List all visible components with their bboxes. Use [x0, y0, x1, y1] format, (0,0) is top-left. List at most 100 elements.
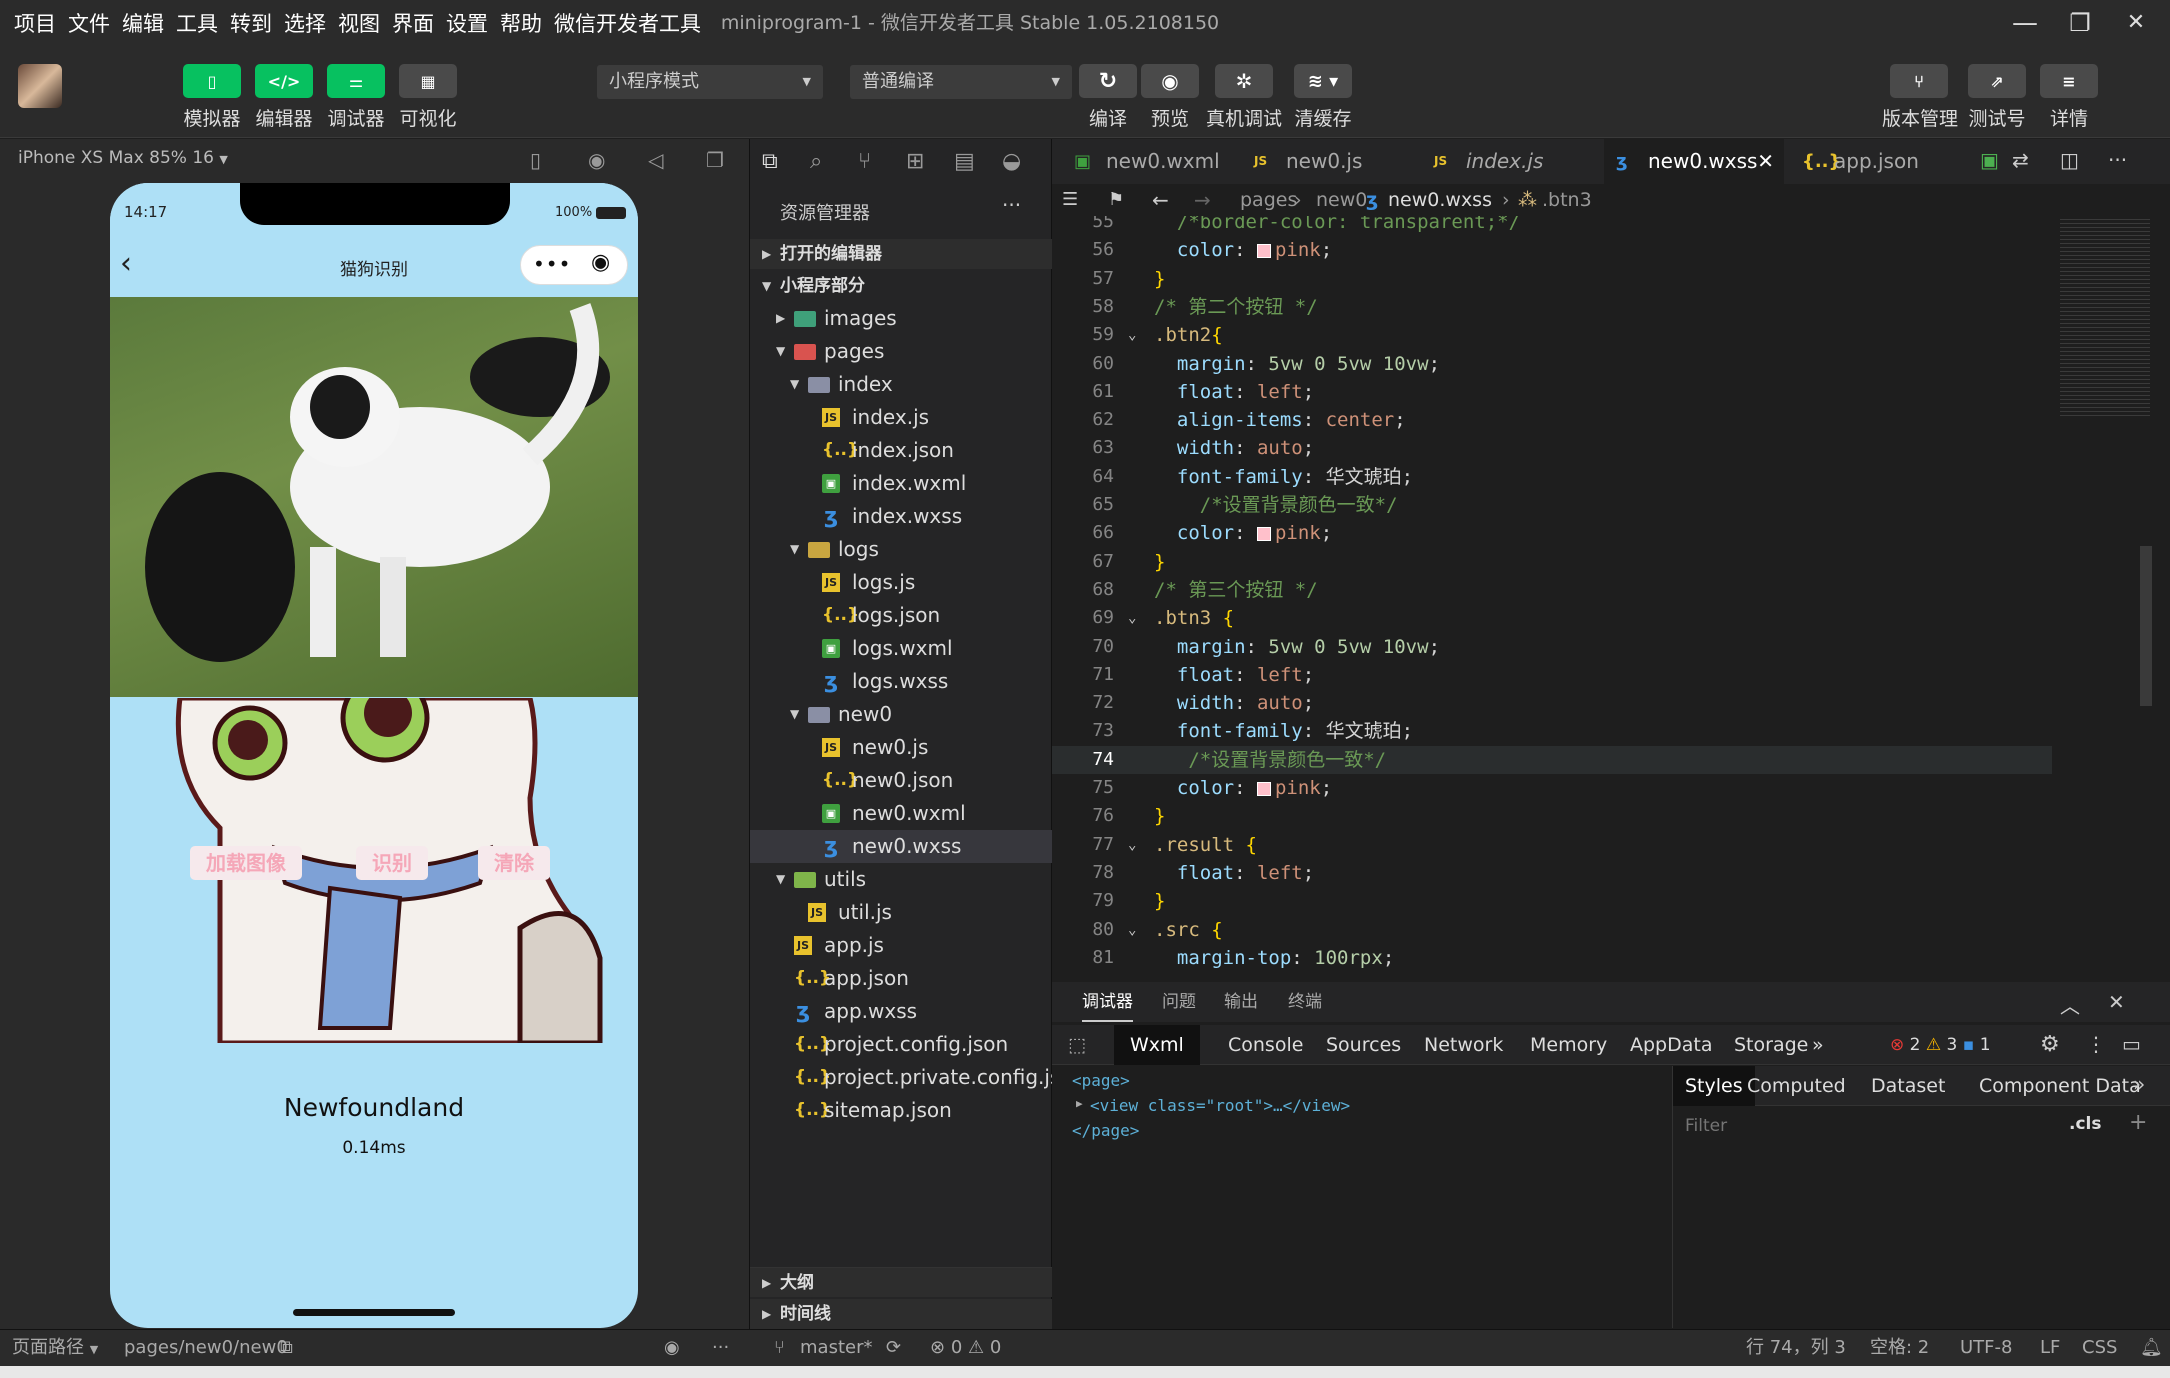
- tree-item[interactable]: {..} app.json: [750, 962, 1052, 995]
- editor-tab[interactable]: JS index.js: [1422, 139, 1597, 184]
- menu-item[interactable]: 转到: [230, 8, 272, 38]
- tree-item[interactable]: ▼ pages: [750, 335, 1052, 368]
- source-control-icon[interactable]: ⑂: [858, 149, 871, 174]
- tree-item[interactable]: ʒ app.wxss: [750, 995, 1052, 1028]
- tree-item[interactable]: ʒ logs.wxss: [750, 665, 1052, 698]
- eye-icon[interactable]: ◉: [664, 1330, 680, 1366]
- docker-icon[interactable]: ◒: [1002, 149, 1021, 174]
- devtools-tab[interactable]: Storage: [1718, 1025, 1824, 1065]
- breadcrumb-item[interactable]: new0.wxss: [1388, 184, 1492, 216]
- caret-right-icon[interactable]: ▶: [1076, 1097, 1083, 1110]
- bookmark-icon[interactable]: ⚑: [1108, 184, 1124, 216]
- gear-icon[interactable]: ⚙: [2040, 1032, 2060, 1057]
- timeline-section[interactable]: ▶ 时间线: [750, 1299, 1052, 1329]
- avatar[interactable]: [18, 64, 62, 108]
- tree-item[interactable]: ʒ index.wxss: [750, 500, 1052, 533]
- editor-tab[interactable]: ▣ new0.wxml: [1062, 139, 1237, 184]
- minimap[interactable]: [2052, 216, 2170, 980]
- tree-item[interactable]: {..} new0.json: [750, 764, 1052, 797]
- panel-tab[interactable]: 问题: [1162, 982, 1196, 1022]
- split-editor-icon[interactable]: ◫: [2060, 148, 2079, 172]
- menu-item[interactable]: 视图: [338, 8, 380, 38]
- new-file-icon[interactable]: ▣: [1980, 148, 1999, 172]
- fold-icon[interactable]: ⌄: [1128, 604, 1136, 632]
- device-select[interactable]: iPhone XS Max 85% 16 ▼: [18, 148, 228, 168]
- problems-indicator[interactable]: ⊗ 0 ⚠ 0: [930, 1330, 1001, 1366]
- dom-node[interactable]: <page>: [1072, 1071, 1130, 1090]
- menu-item[interactable]: 设置: [446, 8, 488, 38]
- debugger-toggle-button[interactable]: ⚌: [327, 64, 385, 98]
- test-id-button[interactable]: ⇗: [1968, 64, 2026, 98]
- more-icon[interactable]: ···: [712, 1330, 729, 1366]
- list-icon[interactable]: ☰: [1062, 184, 1078, 216]
- tree-item[interactable]: ▼ logs: [750, 533, 1052, 566]
- chevron-down-icon[interactable]: ▼: [790, 698, 799, 731]
- dom-node[interactable]: <view class="root">…</view>: [1090, 1096, 1350, 1115]
- inspect-icon[interactable]: ⬚: [1068, 1025, 1086, 1065]
- storage-icon[interactable]: ▤: [954, 149, 975, 174]
- menu-item[interactable]: 项目: [14, 8, 56, 38]
- tree-item[interactable]: ▣ index.wxml: [750, 467, 1052, 500]
- record-icon[interactable]: ◉: [588, 148, 605, 172]
- clear-cache-button[interactable]: ≋ ▾: [1294, 64, 1352, 98]
- minimize-button[interactable]: —: [1995, 0, 2055, 46]
- tree-item[interactable]: ▣ new0.wxml: [750, 797, 1052, 830]
- editor-tab[interactable]: ʒ new0.wxss ✕: [1604, 139, 1784, 184]
- menu-item[interactable]: 界面: [392, 8, 434, 38]
- tree-item[interactable]: {..} sitemap.json: [750, 1094, 1052, 1127]
- extensions-icon[interactable]: ⊞: [906, 149, 924, 174]
- tree-item[interactable]: ▼ index: [750, 368, 1052, 401]
- tree-item[interactable]: {..} project.config.json: [750, 1028, 1052, 1061]
- tree-item[interactable]: JS index.js: [750, 401, 1052, 434]
- sync-icon[interactable]: ⟳: [886, 1330, 901, 1366]
- close-tab-icon[interactable]: ✕: [1757, 139, 1774, 184]
- devtools-tab[interactable]: Wxml: [1114, 1025, 1200, 1065]
- tree-item[interactable]: ▶ images: [750, 302, 1052, 335]
- color-swatch[interactable]: [1256, 781, 1271, 796]
- indentation[interactable]: 空格: 2: [1870, 1330, 1929, 1366]
- more-tabs-icon[interactable]: »: [2133, 1072, 2145, 1096]
- editor-tab[interactable]: JS new0.js: [1242, 139, 1417, 184]
- chevron-down-icon[interactable]: ▼: [776, 863, 785, 896]
- more-icon[interactable]: •••: [533, 252, 571, 276]
- preview-button[interactable]: ◉: [1141, 64, 1199, 98]
- language-mode[interactable]: CSS: [2082, 1330, 2117, 1366]
- fold-icon[interactable]: ⌄: [1128, 321, 1136, 349]
- chevron-down-icon[interactable]: ▼: [790, 533, 799, 566]
- menu-item[interactable]: 工具: [176, 8, 218, 38]
- outline-section[interactable]: ▶ 大纲: [750, 1267, 1052, 1297]
- tree-item[interactable]: {..} project.private.config.js...: [750, 1061, 1079, 1094]
- scrollbar-thumb[interactable]: [2140, 546, 2152, 706]
- version-button[interactable]: ⑂: [1890, 64, 1948, 98]
- tree-item[interactable]: JS new0.js: [750, 731, 1052, 764]
- tree-item[interactable]: ʒ new0.wxss: [750, 830, 1052, 863]
- menu-item[interactable]: 文件: [68, 8, 110, 38]
- editor-toggle-button[interactable]: </>: [255, 64, 313, 98]
- tree-item[interactable]: {..} index.json: [750, 434, 1052, 467]
- panel-tab[interactable]: 调试器: [1082, 982, 1133, 1022]
- details-button[interactable]: ≡: [2040, 64, 2098, 98]
- git-branch[interactable]: master*: [800, 1330, 872, 1366]
- project-section[interactable]: ▼ 小程序部分: [750, 271, 1052, 301]
- chevron-right-icon[interactable]: ▶: [776, 302, 785, 335]
- more-tabs-icon[interactable]: »: [1812, 1025, 1824, 1065]
- phone-rotate-icon[interactable]: ▯: [530, 148, 541, 172]
- more-icon[interactable]: ···: [2108, 148, 2127, 172]
- compile-button[interactable]: ↻: [1079, 64, 1137, 98]
- color-swatch[interactable]: [1256, 243, 1271, 258]
- breadcrumb-item[interactable]: .btn3: [1542, 184, 1592, 216]
- chevron-down-icon[interactable]: ▼: [790, 368, 799, 401]
- tree-item[interactable]: ▼ new0: [750, 698, 1052, 731]
- maximize-button[interactable]: ❐: [2050, 0, 2110, 46]
- open-editors-section[interactable]: ▶ 打开的编辑器: [750, 239, 1052, 269]
- tree-item[interactable]: JS app.js: [750, 929, 1052, 962]
- back-arrow-icon[interactable]: ←: [1152, 184, 1169, 216]
- files-icon[interactable]: ⧉: [762, 149, 778, 174]
- tree-item[interactable]: ▼ utils: [750, 863, 1052, 896]
- visual-toggle-button[interactable]: ▦: [399, 64, 457, 98]
- panel-tab[interactable]: 输出: [1224, 982, 1258, 1022]
- tree-item[interactable]: JS logs.js: [750, 566, 1052, 599]
- cursor-position[interactable]: 行 74，列 3: [1746, 1330, 1846, 1366]
- compile-mode-select[interactable]: 普通编译 ▼: [850, 65, 1072, 99]
- devtools-tab[interactable]: Memory: [1514, 1025, 1623, 1065]
